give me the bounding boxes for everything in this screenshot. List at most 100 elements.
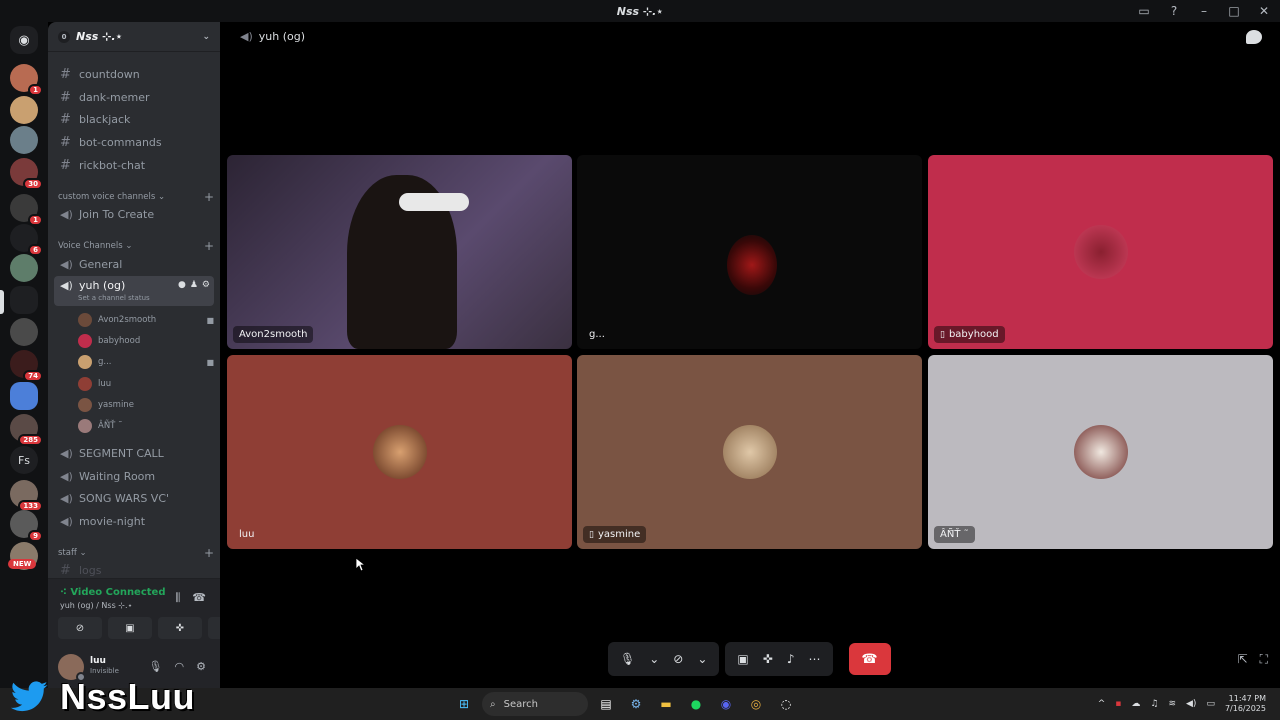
popout-icon[interactable]: ⇱ xyxy=(1238,652,1248,667)
category-custom-voice[interactable]: custom voice channels ⌄ + xyxy=(58,190,214,204)
voice-location[interactable]: yuh (og) / Nss ⊹.⋆ xyxy=(60,601,133,610)
server-icon[interactable]: 9 xyxy=(10,510,43,542)
server-icon-fs[interactable]: Fs xyxy=(10,446,38,474)
tray-app-icon[interactable]: ▪ xyxy=(1115,699,1121,709)
server-icon[interactable]: 74 xyxy=(10,350,43,382)
channel-yuh-og[interactable]: ◀) yuh (og) Set a channel status ● ♟ ⚙ xyxy=(54,276,214,306)
more-options-icon[interactable]: ⋯ xyxy=(809,652,821,666)
channel-rickbot-chat[interactable]: # rickbot-chat xyxy=(54,154,214,176)
system-clock[interactable]: 11:47 PM 7/16/2025 xyxy=(1225,694,1266,714)
watermark-text: NssLuu xyxy=(60,676,196,717)
voice-member[interactable]: babyhood xyxy=(78,331,214,351)
camera-off-button[interactable]: ⊘ xyxy=(58,617,102,639)
chat-bubble-icon[interactable] xyxy=(1246,30,1262,44)
activity-button[interactable]: ✜ xyxy=(158,617,202,639)
soundboard-button[interactable]: ♪ xyxy=(208,617,220,639)
avatar-tile[interactable]: luu xyxy=(227,355,572,549)
camera-off-icon[interactable]: ⊘ xyxy=(673,652,683,666)
channel-countdown[interactable]: # countdown xyxy=(54,63,214,85)
add-channel-icon[interactable]: + xyxy=(204,546,214,560)
server-icon[interactable] xyxy=(10,382,38,410)
voice-member[interactable]: Avon2smooth ■ xyxy=(78,310,214,330)
settings-gear-icon[interactable]: ⚙ xyxy=(202,280,210,290)
noise-suppression-icon[interactable]: ⫼ xyxy=(175,591,180,605)
maximize-button[interactable]: □ xyxy=(1226,3,1242,19)
headphones-icon[interactable]: ◠ xyxy=(175,660,185,673)
channel-segment-call[interactable]: ◀) SEGMENT CALL xyxy=(54,442,214,464)
server-icon[interactable] xyxy=(10,96,38,124)
video-tile[interactable]: g... xyxy=(577,155,922,349)
channel-dank-memer[interactable]: # dank-memer xyxy=(54,86,214,108)
disconnect-button[interactable]: ☎ xyxy=(848,643,891,675)
disconnect-icon[interactable]: ☎ xyxy=(192,591,206,605)
fullscreen-icon[interactable]: ⛶ xyxy=(1260,652,1268,667)
channel-bot-commands[interactable]: # bot-commands xyxy=(54,131,214,153)
channel-join-to-create[interactable]: ◀) Join To Create xyxy=(54,203,214,225)
server-icon[interactable]: 1 xyxy=(10,64,43,96)
server-icon[interactable] xyxy=(10,318,38,346)
server-icon[interactable]: 1 xyxy=(10,194,43,226)
channel-movie-night[interactable]: ◀) movie-night xyxy=(54,510,214,532)
channel-waiting-room[interactable]: ◀) Waiting Room xyxy=(54,465,214,487)
server-icon[interactable] xyxy=(10,126,38,154)
voice-member[interactable]: yasmine xyxy=(78,395,214,415)
task-view-icon[interactable]: ▤ xyxy=(594,692,618,716)
add-channel-icon[interactable]: + xyxy=(204,190,214,204)
username[interactable]: luu xyxy=(90,656,106,666)
chevron-down-icon[interactable]: ⌄ xyxy=(649,652,659,666)
chrome-icon[interactable]: ◎ xyxy=(744,692,768,716)
taskbar-search[interactable]: ⌕ Search xyxy=(482,692,588,716)
server-icon[interactable]: 285 xyxy=(10,414,43,446)
file-explorer-icon[interactable]: ▬ xyxy=(654,692,678,716)
windows-start-icon[interactable]: ⊞ xyxy=(452,692,476,716)
minimize-button[interactable]: – xyxy=(1196,3,1212,19)
channel-blackjack[interactable]: # blackjack xyxy=(54,108,214,130)
server-icon[interactable]: 133 xyxy=(10,480,43,512)
chevron-down-icon[interactable]: ⌄ xyxy=(697,652,707,666)
server-icon[interactable] xyxy=(10,254,38,282)
channel-song-wars[interactable]: ◀) SONG WARS VC' xyxy=(54,487,214,509)
tray-microphone-icon[interactable]: ♫ xyxy=(1150,699,1158,709)
microphone-icon[interactable]: 🎙 xyxy=(149,660,163,673)
settings-icon[interactable]: ⚙ xyxy=(624,692,648,716)
invite-icon[interactable]: ♟ xyxy=(190,280,198,290)
discord-icon[interactable]: ◉ xyxy=(714,692,738,716)
voice-member[interactable]: ÂÑ̃Ť ˜ xyxy=(78,416,214,436)
home-button[interactable]: ◉ xyxy=(10,26,38,54)
channel-status[interactable]: Set a channel status xyxy=(78,294,150,302)
chevron-up-icon[interactable]: ^ xyxy=(1098,699,1106,709)
avatar-tile[interactable]: ▯ babyhood xyxy=(928,155,1273,349)
soundboard-icon[interactable]: ♪ xyxy=(787,652,795,666)
channel-label: movie-night xyxy=(79,514,146,528)
channel-label: countdown xyxy=(79,67,140,81)
voice-member[interactable]: luu xyxy=(78,374,214,394)
server-icon[interactable]: 6 xyxy=(10,224,43,256)
cloud-icon[interactable]: ☁ xyxy=(1131,699,1140,709)
guild-header[interactable]: 0 Nss ⊹.⋆ ⌄ xyxy=(48,22,220,52)
server-icon-active[interactable] xyxy=(10,286,38,314)
video-tile[interactable]: Avon2smooth xyxy=(227,155,572,349)
close-button[interactable]: ✕ xyxy=(1256,3,1272,19)
channel-general[interactable]: ◀) General xyxy=(54,253,214,275)
inbox-icon[interactable]: ▭ xyxy=(1136,3,1152,19)
category-staff[interactable]: staff ⌄ + xyxy=(58,546,214,560)
server-icon[interactable]: 30 xyxy=(10,158,43,190)
spotify-icon[interactable]: ● xyxy=(684,692,708,716)
avatar-tile[interactable]: ÂÑ̃Ť ˜ xyxy=(928,355,1273,549)
microphone-icon[interactable]: 🎙 xyxy=(620,652,635,666)
category-voice-channels[interactable]: Voice Channels ⌄ + xyxy=(58,239,214,253)
voice-member[interactable]: g... ■ xyxy=(78,352,214,372)
screen-share-button[interactable]: ▣ xyxy=(108,617,152,639)
screen-share-icon[interactable]: ▣ xyxy=(737,652,748,666)
voice-status[interactable]: ⁖ Video Connected xyxy=(60,587,166,598)
chat-icon[interactable]: ● xyxy=(178,280,186,290)
help-icon[interactable]: ? xyxy=(1166,3,1182,19)
wifi-icon[interactable]: ≋ xyxy=(1168,699,1176,709)
add-channel-icon[interactable]: + xyxy=(204,239,214,253)
volume-icon[interactable]: ◀) xyxy=(1186,699,1196,709)
app-icon[interactable]: ◌ xyxy=(774,692,798,716)
battery-icon[interactable]: ▭ xyxy=(1206,699,1215,709)
user-settings-gear-icon[interactable]: ⚙ xyxy=(196,660,206,673)
avatar-tile[interactable]: ▯ yasmine xyxy=(577,355,922,549)
activity-icon[interactable]: ✜ xyxy=(763,652,773,666)
